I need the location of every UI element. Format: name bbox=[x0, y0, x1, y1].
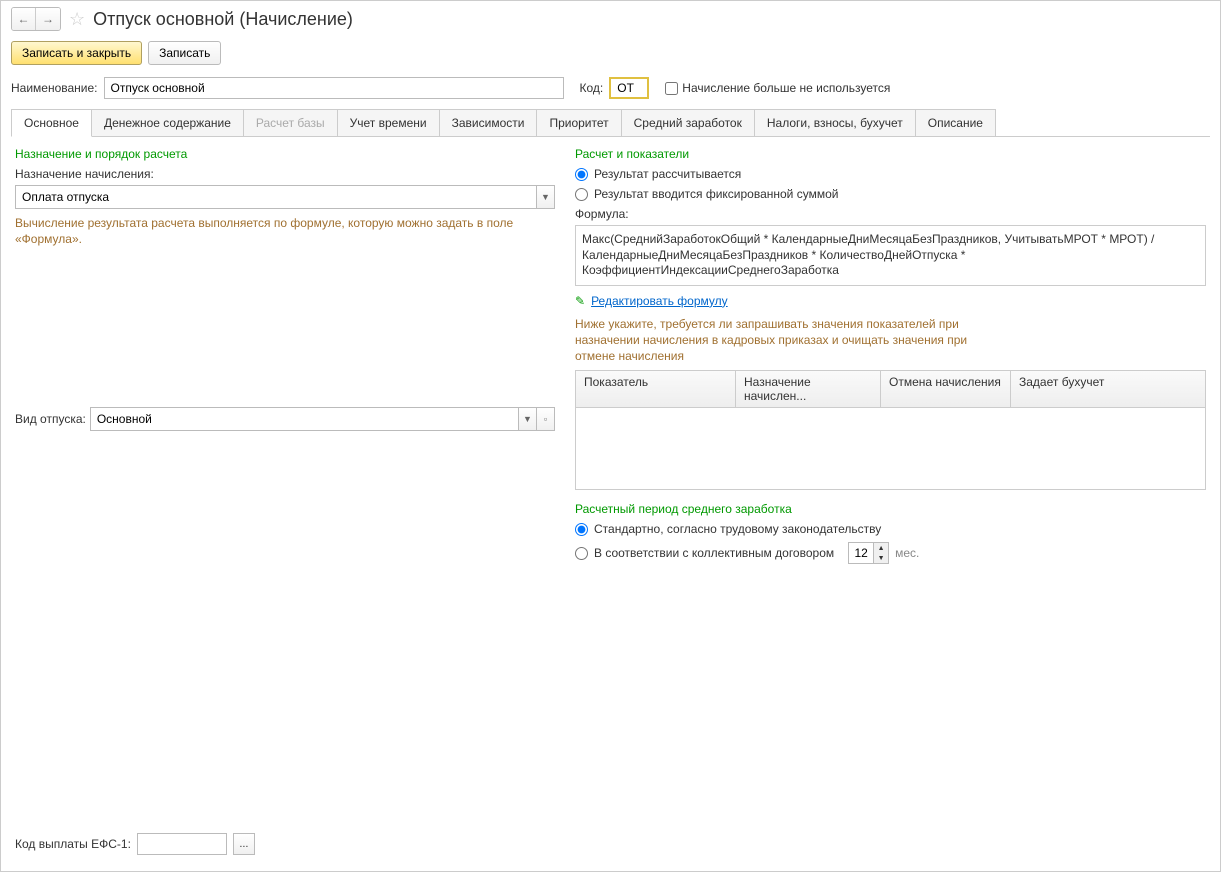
nav-buttons: ← → bbox=[11, 7, 61, 31]
radio-standard-label: Стандартно, согласно трудовому законодат… bbox=[594, 522, 881, 536]
vac-type-input[interactable] bbox=[90, 407, 519, 431]
section-calc-title: Расчет и показатели bbox=[575, 147, 1206, 161]
tabs: Основное Денежное содержание Расчет базы… bbox=[11, 109, 1210, 137]
save-button[interactable]: Записать bbox=[148, 41, 221, 65]
not-used-checkbox[interactable] bbox=[665, 82, 678, 95]
radio-collective-label: В соответствии с коллективным договором bbox=[594, 546, 834, 560]
formula-box: Макс(СреднийЗаработокОбщий * Календарные… bbox=[575, 225, 1206, 286]
section-period-title: Расчетный период среднего заработка bbox=[575, 502, 1206, 516]
vac-type-label: Вид отпуска: bbox=[15, 412, 86, 426]
purpose-hint: Вычисление результата расчета выполняетс… bbox=[15, 215, 555, 247]
vac-type-dropdown-icon[interactable]: ▼ bbox=[519, 407, 537, 431]
tab-time[interactable]: Учет времени bbox=[337, 109, 440, 136]
spinner-up-icon[interactable]: ▲ bbox=[874, 543, 888, 553]
tab-taxes[interactable]: Налоги, взносы, бухучет bbox=[754, 109, 916, 136]
months-spinner[interactable]: ▲ ▼ bbox=[848, 542, 889, 564]
tab-deps[interactable]: Зависимости bbox=[439, 109, 538, 136]
efs-input[interactable] bbox=[137, 833, 227, 855]
radio-fixed-label: Результат вводится фиксированной суммой bbox=[594, 187, 838, 201]
name-label: Наименование: bbox=[11, 81, 98, 95]
months-suffix: мес. bbox=[895, 546, 919, 560]
radio-calculated-label: Результат рассчитывается bbox=[594, 167, 741, 181]
formula-label: Формула: bbox=[575, 207, 1206, 221]
page-title: Отпуск основной (Начисление) bbox=[93, 9, 353, 30]
radio-standard[interactable] bbox=[575, 523, 588, 536]
efs-label: Код выплаты ЕФС-1: bbox=[15, 837, 131, 851]
th-accounting: Задает бухучет bbox=[1011, 371, 1205, 407]
th-assign: Назначение начислен... bbox=[736, 371, 881, 407]
edit-formula-link[interactable]: Редактировать формулу bbox=[591, 294, 728, 308]
purpose-dropdown-icon[interactable]: ▼ bbox=[537, 185, 555, 209]
purpose-label: Назначение начисления: bbox=[15, 167, 555, 181]
vac-type-open-icon[interactable]: ▫ bbox=[537, 407, 555, 431]
indicators-hint: Ниже укажите, требуется ли запрашивать з… bbox=[575, 316, 975, 365]
name-input[interactable] bbox=[104, 77, 564, 99]
tab-monetary[interactable]: Денежное содержание bbox=[91, 109, 244, 136]
tab-avg[interactable]: Средний заработок bbox=[621, 109, 755, 136]
th-indicator: Показатель bbox=[576, 371, 736, 407]
back-button[interactable]: ← bbox=[12, 8, 36, 30]
tab-base[interactable]: Расчет базы bbox=[243, 109, 338, 136]
efs-select-button[interactable]: ... bbox=[233, 833, 255, 855]
tab-priority[interactable]: Приоритет bbox=[536, 109, 621, 136]
radio-calculated[interactable] bbox=[575, 168, 588, 181]
th-cancel: Отмена начисления bbox=[881, 371, 1011, 407]
save-close-button[interactable]: Записать и закрыть bbox=[11, 41, 142, 65]
favorite-icon[interactable]: ☆ bbox=[69, 9, 85, 30]
code-input[interactable] bbox=[609, 77, 649, 99]
spinner-down-icon[interactable]: ▼ bbox=[874, 553, 888, 563]
tab-main[interactable]: Основное bbox=[11, 109, 92, 137]
months-input[interactable] bbox=[849, 543, 873, 563]
forward-button[interactable]: → bbox=[36, 8, 60, 30]
not-used-label: Начисление больше не используется bbox=[682, 81, 890, 95]
radio-collective[interactable] bbox=[575, 547, 588, 560]
section-purpose-title: Назначение и порядок расчета bbox=[15, 147, 555, 161]
indicators-table: Показатель Назначение начислен... Отмена… bbox=[575, 370, 1206, 490]
code-label: Код: bbox=[580, 81, 604, 95]
radio-fixed[interactable] bbox=[575, 188, 588, 201]
pencil-icon: ✎ bbox=[575, 294, 585, 308]
purpose-select[interactable] bbox=[15, 185, 537, 209]
tab-desc[interactable]: Описание bbox=[915, 109, 996, 136]
